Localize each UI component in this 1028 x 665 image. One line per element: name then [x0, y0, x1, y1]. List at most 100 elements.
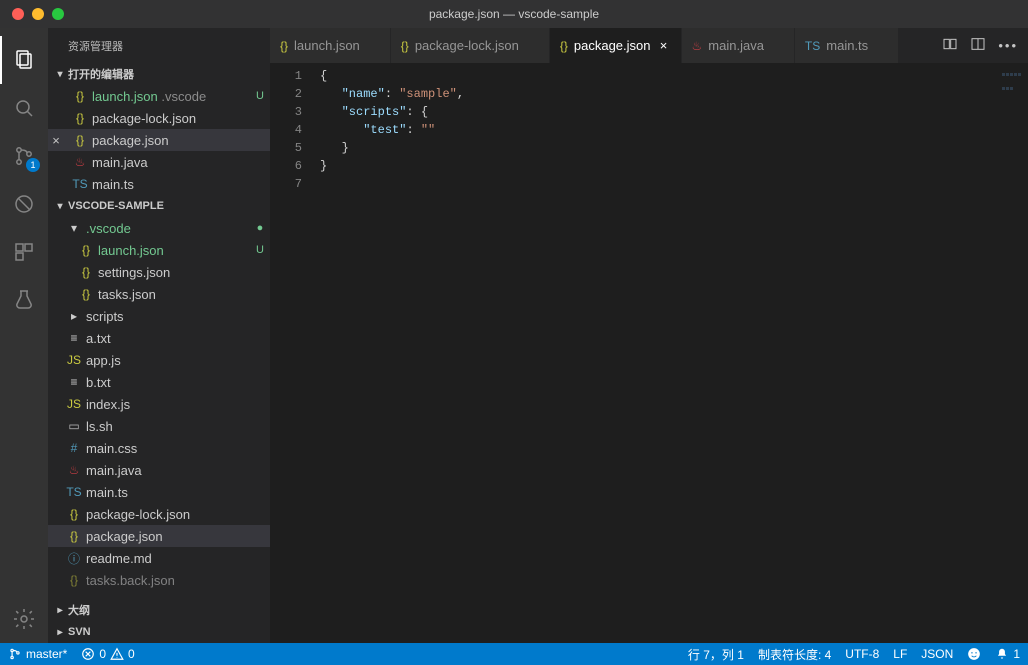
tree-file[interactable]: ▭ls.sh: [48, 415, 270, 437]
file-icon: {}: [66, 529, 82, 543]
tree-file[interactable]: ≡a.txt: [48, 327, 270, 349]
editor-tab[interactable]: {}package-lock.json×: [391, 28, 550, 63]
tree-file[interactable]: JSapp.js: [48, 349, 270, 371]
tree-file[interactable]: {}package.json: [48, 525, 270, 547]
status-eol[interactable]: LF: [893, 647, 907, 661]
file-name: main.java: [92, 155, 250, 170]
file-icon: {}: [401, 39, 409, 53]
chevron-down-icon: ▾: [52, 69, 68, 80]
activity-search[interactable]: [0, 84, 48, 132]
tab-label: package-lock.json: [415, 38, 519, 53]
tab-label: launch.json: [294, 38, 360, 53]
code-content[interactable]: { "name": "sample", "scripts": { "test":…: [320, 63, 1028, 643]
open-editor-item[interactable]: {} launch.json .vscodeU: [48, 85, 270, 107]
tree-folder[interactable]: ▾.vscode●: [48, 217, 270, 239]
git-status: U: [250, 244, 270, 256]
tree-file[interactable]: {}settings.json: [48, 261, 270, 283]
file-icon: {}: [72, 133, 88, 147]
tree-file[interactable]: {}tasks.json: [48, 283, 270, 305]
section-open-editors-label: 打开的编辑器: [68, 66, 134, 82]
window-minimize-mac[interactable]: [32, 8, 44, 20]
status-encoding[interactable]: UTF-8: [845, 647, 879, 661]
tree-file[interactable]: ⓘreadme.md: [48, 547, 270, 569]
section-project[interactable]: ▾ VSCODE-SAMPLE: [48, 195, 270, 217]
file-name: tasks.json: [98, 287, 250, 302]
file-icon: #: [66, 441, 82, 455]
close-icon[interactable]: ×: [657, 38, 671, 53]
tree-file[interactable]: JSindex.js: [48, 393, 270, 415]
tab-label: package.json: [574, 38, 651, 53]
file-name: index.js: [86, 397, 250, 412]
editor-tab[interactable]: {} package.json ×: [550, 28, 682, 63]
file-icon: {}: [66, 507, 82, 521]
status-notifications[interactable]: 1: [995, 647, 1020, 661]
split-editor-icon[interactable]: [970, 36, 986, 55]
editor-tab[interactable]: {}launch.json×: [270, 28, 391, 63]
tab-label: main.ts: [826, 38, 868, 53]
window-maximize-mac[interactable]: [52, 8, 64, 20]
file-name: readme.md: [86, 551, 250, 566]
activity-debug[interactable]: [0, 180, 48, 228]
status-branch[interactable]: master*: [8, 647, 67, 661]
status-cursor-pos[interactable]: 行 7，列 1: [688, 646, 744, 663]
file-icon: {}: [78, 243, 94, 257]
tree-file[interactable]: {}launch.jsonU: [48, 239, 270, 261]
open-editor-item[interactable]: {}package-lock.json: [48, 107, 270, 129]
file-icon: ♨: [692, 39, 703, 53]
editor-tab[interactable]: TSmain.ts×: [795, 28, 899, 63]
tree-folder[interactable]: ▸scripts: [48, 305, 270, 327]
section-collapsed[interactable]: ▸SVN: [48, 621, 270, 643]
file-name: .vscode: [86, 221, 250, 236]
file-name: main.ts: [92, 177, 250, 192]
open-editor-item[interactable]: ♨ main.java: [48, 151, 270, 173]
more-icon[interactable]: •••: [998, 38, 1018, 53]
activity-bar: 1: [0, 28, 48, 643]
file-name: launch.json .vscode: [92, 89, 250, 104]
file-icon: ≡: [66, 375, 82, 389]
file-icon: ♨: [72, 155, 88, 169]
window-close-mac[interactable]: [12, 8, 24, 20]
tree-file[interactable]: {}package-lock.json: [48, 503, 270, 525]
tree-file[interactable]: TSmain.ts: [48, 481, 270, 503]
file-name: ls.sh: [86, 419, 250, 434]
tree-file[interactable]: {}tasks.back.json: [48, 569, 270, 591]
file-name: main.ts: [86, 485, 250, 500]
git-status: U: [250, 90, 270, 102]
section-open-editors[interactable]: ▾ 打开的编辑器: [48, 63, 270, 85]
editor-tab[interactable]: ♨main.java×: [682, 28, 795, 63]
file-name: app.js: [86, 353, 250, 368]
open-editor-item[interactable]: TS main.ts: [48, 173, 270, 195]
sidebar-title: 资源管理器: [48, 28, 270, 63]
status-tab-size[interactable]: 制表符长度: 4: [758, 646, 831, 663]
scm-badge: 1: [26, 158, 40, 172]
tree-file[interactable]: ♨main.java: [48, 459, 270, 481]
minimap[interactable]: [1002, 67, 1022, 81]
file-icon: TS: [72, 177, 88, 191]
open-editors-list: {} launch.json .vscodeU {}package-lock.jso…: [48, 85, 270, 195]
open-editor-item[interactable]: × {} package.json: [48, 129, 270, 151]
activity-extensions[interactable]: [0, 228, 48, 276]
activity-settings[interactable]: [0, 595, 48, 643]
activity-explorer[interactable]: [0, 36, 48, 84]
section-collapsed[interactable]: ▸大纲: [48, 599, 270, 621]
file-icon: {}: [560, 39, 568, 53]
status-errors[interactable]: 0 0: [81, 647, 134, 661]
sidebar-explorer: 资源管理器 ▾ 打开的编辑器 {}launch.json .vscodeU{}p…: [48, 28, 270, 643]
section-project-label: VSCODE-SAMPLE: [68, 200, 164, 212]
file-icon: {}: [72, 89, 88, 103]
status-language[interactable]: JSON: [921, 647, 953, 661]
tree-file[interactable]: #main.css: [48, 437, 270, 459]
git-status: ●: [250, 222, 270, 234]
activity-testing[interactable]: [0, 276, 48, 324]
file-name: package.json: [92, 133, 250, 148]
close-icon[interactable]: ×: [48, 133, 64, 148]
file-icon: TS: [805, 39, 820, 53]
tree-file[interactable]: ≡ b.txt: [48, 371, 270, 393]
compare-icon[interactable]: [942, 36, 958, 55]
file-name: b.txt: [86, 375, 250, 390]
status-feedback[interactable]: [967, 647, 981, 661]
line-number-gutter: 1234567: [270, 63, 320, 643]
activity-source-control[interactable]: 1: [0, 132, 48, 180]
file-icon: {}: [66, 573, 82, 587]
code-editor[interactable]: 1234567 { "name": "sample", "scripts": {…: [270, 63, 1028, 643]
